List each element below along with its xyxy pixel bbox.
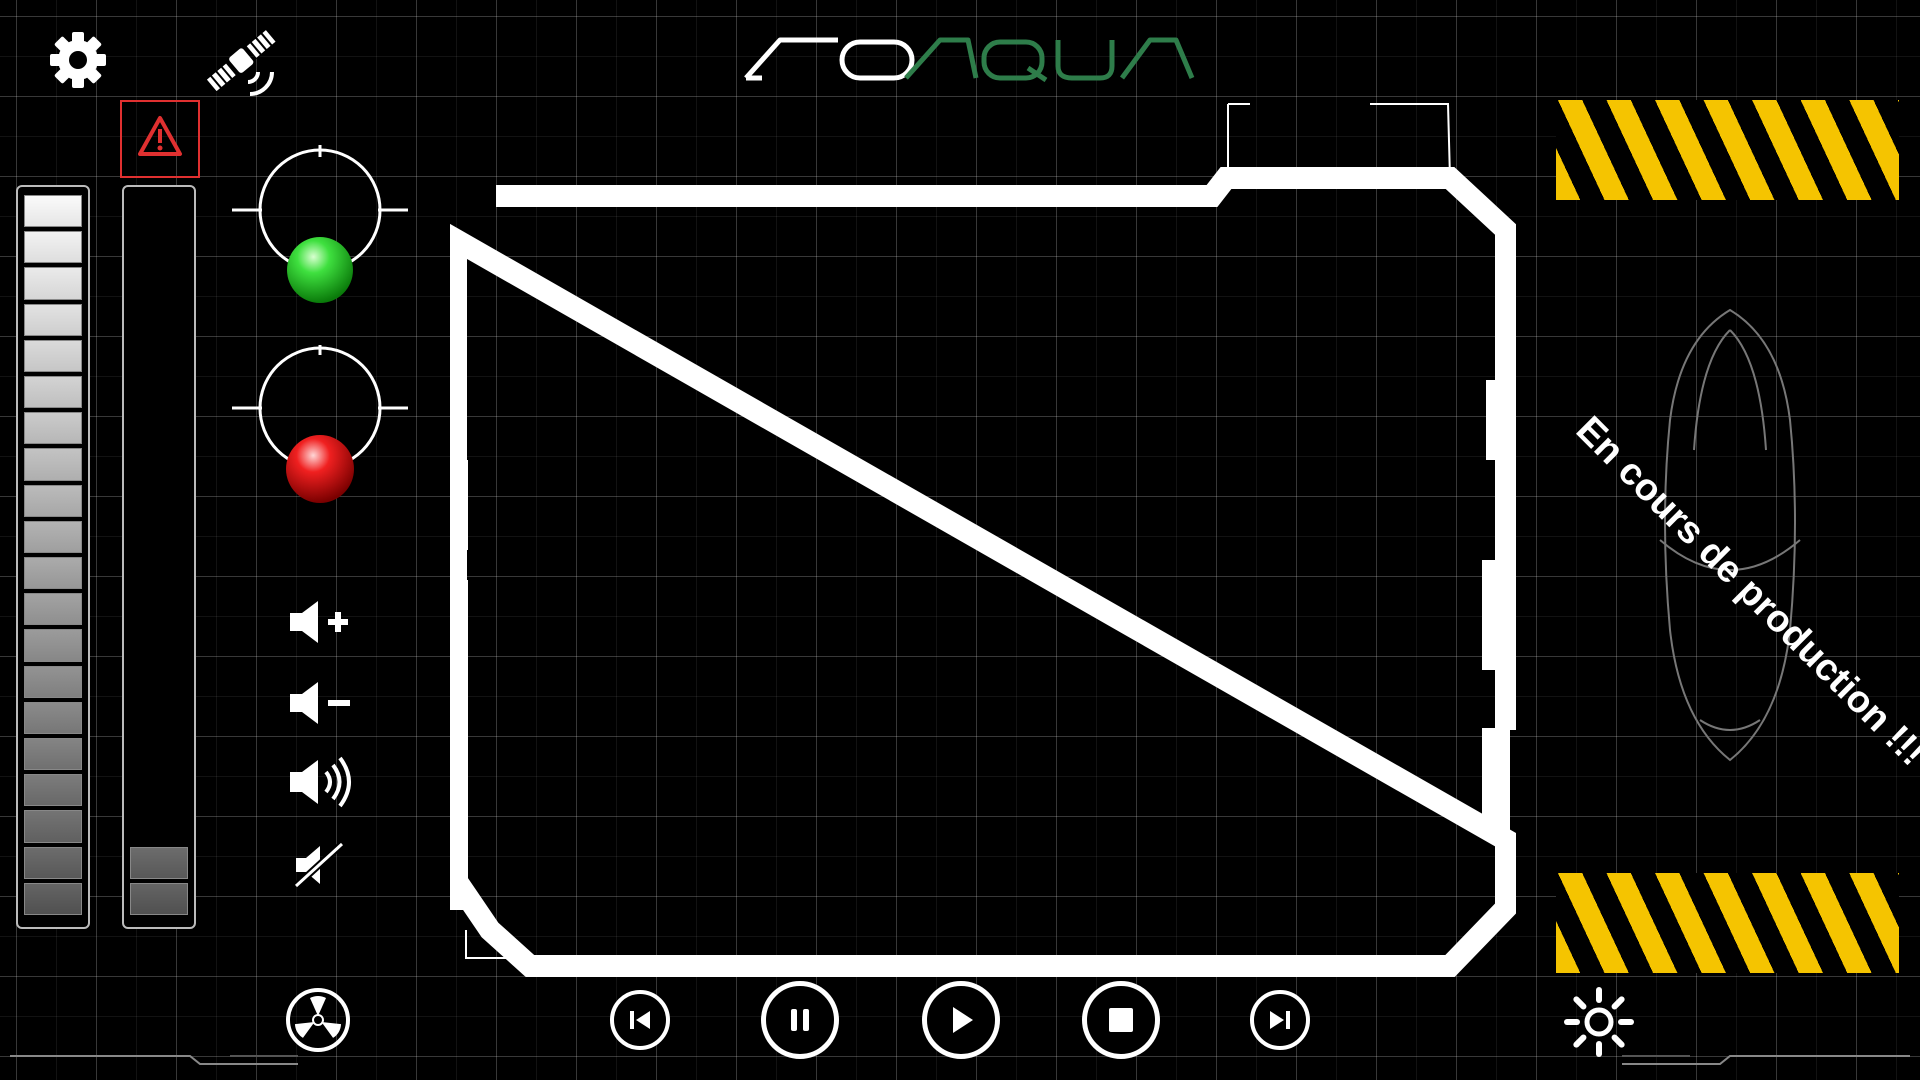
- meter-segment: [24, 303, 82, 336]
- fan-icon: [286, 988, 350, 1052]
- meter-segment: [24, 738, 82, 771]
- next-button[interactable]: [1250, 990, 1310, 1050]
- meter-segment: [24, 774, 82, 807]
- app-logo: [740, 34, 1200, 84]
- pause-icon: [791, 1009, 809, 1031]
- volume-button[interactable]: [286, 754, 358, 810]
- meter-segment: [24, 484, 82, 517]
- stop-button[interactable]: [1082, 981, 1160, 1059]
- satellite-button[interactable]: [198, 16, 286, 104]
- meter-segment: [24, 339, 82, 372]
- warning-icon: [138, 116, 182, 156]
- green-light-icon: [232, 145, 408, 303]
- volume-down-icon: [290, 682, 350, 724]
- meter-segment: [130, 846, 188, 879]
- stop-icon: [1109, 1008, 1133, 1032]
- meter-segment: [130, 557, 188, 587]
- mute-button[interactable]: [292, 840, 348, 890]
- alert-button[interactable]: [120, 100, 200, 178]
- meter-segment: [130, 412, 188, 442]
- hazard-stripe-bottom: [1556, 873, 1899, 973]
- mute-icon: [293, 841, 345, 889]
- meter-segment: [24, 412, 82, 445]
- meter-segment: [24, 810, 82, 843]
- satellite-icon: [205, 28, 277, 96]
- settings-button[interactable]: [48, 30, 108, 90]
- volume-down-button[interactable]: [286, 678, 358, 728]
- volume-up-icon: [290, 601, 348, 643]
- previous-icon: [630, 1011, 650, 1029]
- play-button[interactable]: [922, 981, 1000, 1059]
- meter-segment: [130, 448, 188, 478]
- meter-segment: [24, 231, 82, 264]
- meter-segment: [130, 304, 188, 334]
- meter-segment: [130, 485, 188, 515]
- meter-segment: [24, 629, 82, 662]
- meter-segment: [130, 702, 188, 732]
- meter-segment: [130, 231, 188, 261]
- brightness-button[interactable]: [1563, 986, 1635, 1058]
- meter-segment: [24, 665, 82, 698]
- meter-segment: [24, 267, 82, 300]
- meter-segment: [130, 629, 188, 659]
- meter-segment: [24, 593, 82, 626]
- red-light-icon: [232, 345, 408, 503]
- volume-icon: [290, 756, 351, 808]
- volume-up-button[interactable]: [286, 597, 358, 647]
- level-meter-left: [16, 185, 90, 929]
- next-icon: [1270, 1011, 1290, 1029]
- meter-segment: [130, 195, 188, 225]
- meter-segment: [130, 340, 188, 370]
- meter-segment: [24, 376, 82, 409]
- meter-segment: [24, 701, 82, 734]
- main-display-frame: [445, 100, 1517, 980]
- meter-segment: [130, 774, 188, 804]
- hazard-stripe-top: [1556, 100, 1899, 200]
- meter-segment: [130, 738, 188, 768]
- indicator-light-red: [232, 345, 408, 515]
- bottom-right-line: [1620, 1050, 1920, 1070]
- level-meter-right: [122, 185, 196, 929]
- meter-segment: [130, 810, 188, 840]
- meter-segment: [130, 267, 188, 297]
- meter-segment: [24, 520, 82, 553]
- indicator-light-green: [232, 145, 408, 315]
- gear-icon: [50, 32, 106, 88]
- meter-segment: [24, 882, 82, 915]
- fan-button[interactable]: [285, 987, 351, 1053]
- brightness-icon: [1564, 987, 1634, 1057]
- meter-segment: [130, 593, 188, 623]
- meter-segment: [130, 376, 188, 406]
- meter-segment: [130, 882, 188, 915]
- meter-segment: [130, 666, 188, 696]
- bottom-left-line: [0, 1050, 300, 1070]
- meter-segment: [24, 195, 82, 228]
- meter-segment: [24, 557, 82, 590]
- pause-button[interactable]: [761, 981, 839, 1059]
- meter-segment: [24, 448, 82, 481]
- previous-button[interactable]: [610, 990, 670, 1050]
- meter-segment: [24, 846, 82, 879]
- meter-segment: [130, 521, 188, 551]
- play-icon: [953, 1007, 973, 1033]
